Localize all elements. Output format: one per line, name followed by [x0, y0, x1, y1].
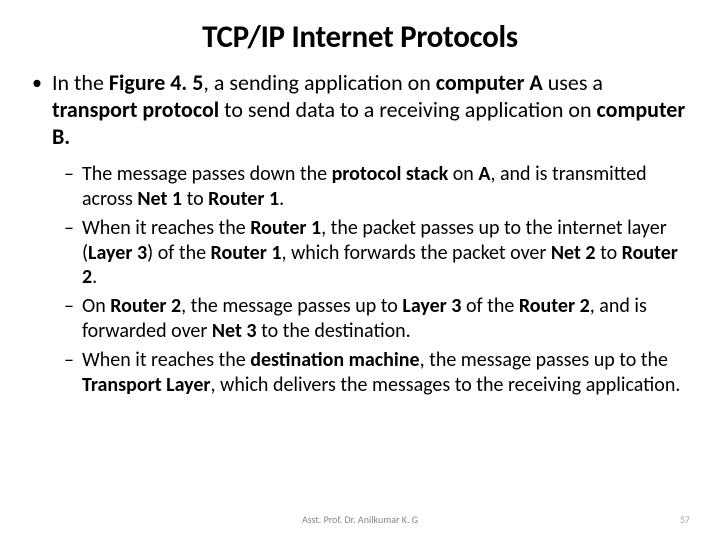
text: ) of the — [147, 241, 210, 265]
text: , a sending application on — [203, 69, 435, 96]
text: to send data to a receiving application … — [219, 96, 596, 123]
bold: computer A — [436, 69, 543, 96]
list-item-text: On Router 2, the message passes up to La… — [82, 294, 692, 343]
text: to — [596, 241, 622, 265]
bold: Layer 3 — [402, 294, 461, 318]
dash-icon: – — [64, 348, 74, 397]
bold: Router 2 — [110, 294, 181, 318]
text: On — [82, 294, 110, 318]
text: When it reaches the — [82, 216, 250, 240]
text: In the — [52, 69, 109, 96]
list-item-text: The message passes down the protocol sta… — [82, 162, 692, 211]
bullet-level1: • In the Figure 4. 5, a sending applicat… — [32, 70, 692, 150]
bold: destination machine — [250, 348, 419, 372]
sub-bullet-list: – The message passes down the protocol s… — [64, 162, 692, 397]
bold: Router 2 — [519, 294, 590, 318]
bullet-dot-icon: • — [32, 70, 42, 150]
bold: Router 1 — [208, 187, 279, 211]
text: to — [182, 187, 208, 211]
list-item-text: When it reaches the Router 1, the packet… — [82, 216, 692, 289]
text: , the message passes up to the — [420, 348, 668, 372]
bullet-level1-text: In the Figure 4. 5, a sending applicatio… — [52, 70, 692, 150]
list-item-text: When it reaches the destination machine,… — [82, 348, 692, 397]
bold: Transport Layer — [82, 373, 211, 397]
text: , which forwards the packet over — [281, 241, 550, 265]
bold: Layer 3 — [88, 241, 147, 265]
page-number: 57 — [680, 513, 690, 526]
dash-icon: – — [64, 216, 74, 289]
bold: Router 1 — [211, 241, 282, 265]
text: on — [448, 162, 478, 186]
slide-footer: Asst. Prof. Dr. Anilkumar K. G — [0, 513, 720, 526]
bold: Net 2 — [551, 241, 596, 265]
dash-icon: – — [64, 162, 74, 211]
text: , which delivers the messages to the rec… — [211, 373, 681, 397]
bold: transport protocol — [52, 96, 219, 123]
bold: A — [478, 162, 490, 186]
text: of the — [461, 294, 518, 318]
list-item: – On Router 2, the message passes up to … — [64, 294, 692, 343]
bold: Net 1 — [137, 187, 182, 211]
bold: Net 3 — [212, 319, 257, 343]
list-item: – When it reaches the destination machin… — [64, 348, 692, 397]
list-item: – The message passes down the protocol s… — [64, 162, 692, 211]
text: The message passes down the — [82, 162, 332, 186]
text: . — [92, 265, 97, 289]
text: to the destination. — [257, 319, 411, 343]
text: . — [279, 187, 284, 211]
slide-title: TCP/IP Internet Protocols — [28, 18, 692, 56]
bold: Router 1 — [250, 216, 321, 240]
text: When it reaches the — [82, 348, 250, 372]
bold: protocol stack — [332, 162, 449, 186]
list-item: – When it reaches the Router 1, the pack… — [64, 216, 692, 289]
text: , the message passes up to — [181, 294, 402, 318]
bold: Figure 4. 5 — [109, 69, 204, 96]
text: uses a — [543, 69, 603, 96]
dash-icon: – — [64, 294, 74, 343]
